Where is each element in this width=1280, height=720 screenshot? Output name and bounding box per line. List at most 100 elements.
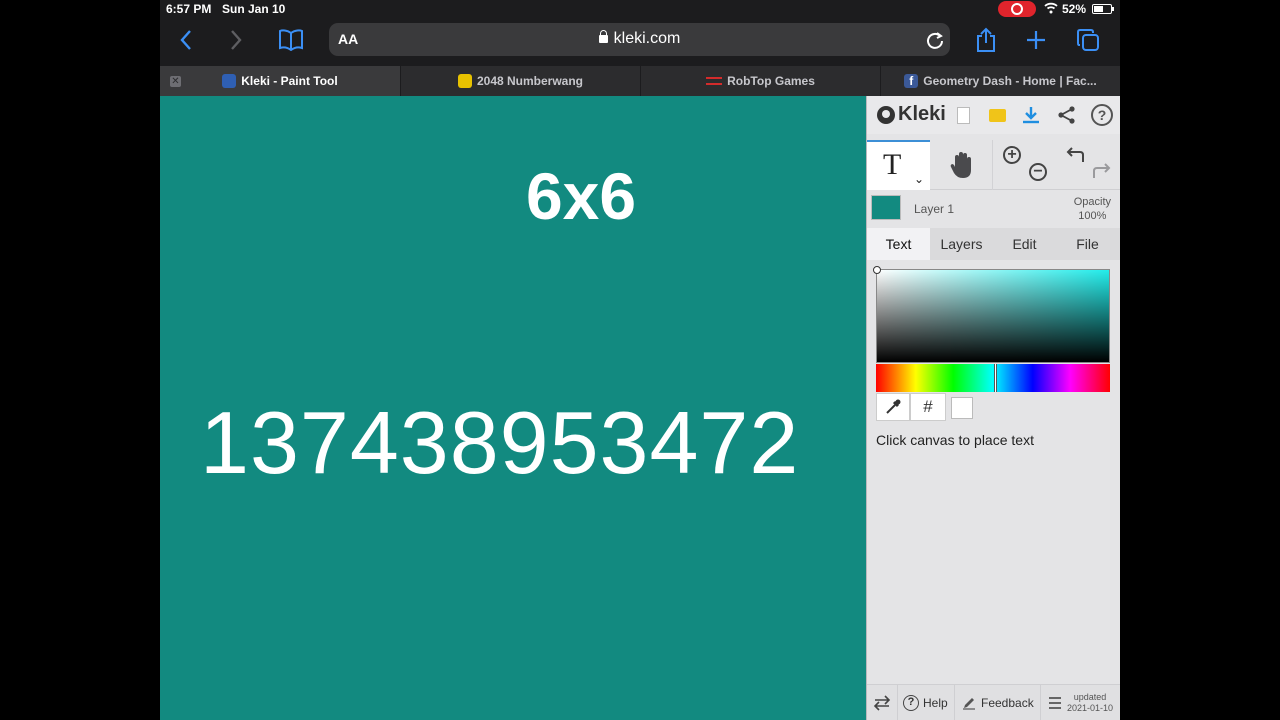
share-icon bbox=[977, 27, 995, 52]
eyedropper-icon bbox=[886, 399, 901, 414]
tab-edit[interactable]: Edit bbox=[993, 228, 1056, 260]
2048-favicon-icon bbox=[457, 74, 472, 88]
zoom-in-button[interactable]: + bbox=[1003, 146, 1021, 164]
tab-overview-button[interactable] bbox=[1072, 24, 1104, 56]
text-tool-panel: # Click canvas to place text bbox=[867, 260, 1120, 684]
current-color-swatch[interactable] bbox=[951, 397, 973, 419]
tab-2048-numberwang[interactable]: 2048 Numberwang bbox=[400, 66, 640, 96]
battery-icon bbox=[1092, 4, 1114, 14]
tab-bar: Kleki - Paint Tool ✕ 2048 Numberwang Rob… bbox=[160, 66, 1120, 96]
opacity-value: 100% bbox=[1078, 210, 1107, 222]
back-button[interactable] bbox=[170, 24, 202, 56]
color-saturation-picker[interactable] bbox=[873, 266, 1110, 363]
reload-icon[interactable] bbox=[925, 30, 945, 50]
kleki-logo-icon bbox=[877, 105, 895, 124]
list-icon bbox=[1049, 697, 1061, 709]
book-icon bbox=[279, 29, 303, 51]
layer-thumbnail[interactable] bbox=[871, 195, 901, 220]
updated-date: 2021-01-10 bbox=[1067, 703, 1114, 713]
battery-percentage: 52% bbox=[1062, 2, 1087, 16]
text-tool-hint: Click canvas to place text bbox=[876, 432, 1034, 448]
text-tool-button[interactable]: T ⌄ bbox=[867, 140, 930, 190]
tab-robtop-games[interactable]: RobTop Games bbox=[640, 66, 880, 96]
feedback-button[interactable]: Feedback bbox=[956, 685, 1041, 720]
hex-input-button[interactable]: # bbox=[910, 393, 946, 421]
chevron-left-icon bbox=[180, 30, 191, 50]
text-tool-icon: T bbox=[883, 148, 902, 181]
opacity-label: Opacity bbox=[1073, 196, 1111, 208]
hand-tool-button[interactable] bbox=[931, 140, 993, 190]
help-circle-button[interactable]: ? bbox=[1091, 104, 1113, 126]
new-document-icon bbox=[956, 106, 970, 124]
panel-footer: ? Help Feedback updated 2021-01-10 bbox=[867, 684, 1120, 720]
kleki-logo-text: Kleki bbox=[898, 103, 946, 125]
browser-toolbar: AA kleki.com bbox=[160, 18, 1120, 64]
screen-recording-icon[interactable] bbox=[998, 1, 1036, 17]
robtop-favicon-icon bbox=[706, 77, 723, 85]
tab-kleki[interactable]: Kleki - Paint Tool bbox=[160, 66, 400, 96]
help-icon: ? bbox=[903, 695, 919, 711]
layer-opacity[interactable]: Opacity 100% bbox=[1074, 195, 1111, 223]
eyedropper-button[interactable] bbox=[876, 393, 910, 421]
zoom-out-button[interactable]: − bbox=[1029, 163, 1047, 181]
tabs-icon bbox=[1077, 29, 1099, 51]
chevron-down-icon[interactable]: ⌄ bbox=[914, 172, 924, 186]
question-icon: ? bbox=[1091, 104, 1113, 126]
paint-canvas[interactable]: 6x6 137438953472 bbox=[160, 96, 866, 720]
hue-slider[interactable] bbox=[876, 364, 1110, 392]
share-button[interactable] bbox=[970, 24, 1002, 56]
tab-label: Geometry Dash - Home | Fac... bbox=[923, 74, 1097, 88]
undo-icon[interactable] bbox=[1066, 146, 1086, 164]
close-tab-icon[interactable]: ✕ bbox=[170, 76, 181, 87]
panel-tabs: Text Layers Edit File bbox=[867, 228, 1120, 260]
tab-layers[interactable]: Layers bbox=[930, 228, 993, 260]
url-text: kleki.com bbox=[613, 30, 681, 47]
new-tab-button[interactable] bbox=[1020, 24, 1052, 56]
tool-row: T ⌄ + − bbox=[867, 138, 1120, 190]
help-button[interactable]: ? Help bbox=[899, 685, 955, 720]
tab-label: RobTop Games bbox=[727, 74, 815, 88]
swap-arrows-icon bbox=[873, 695, 891, 711]
hand-icon bbox=[950, 152, 971, 178]
share-nodes-icon bbox=[1058, 106, 1075, 124]
updated-label: updated bbox=[1073, 692, 1107, 702]
pencil-icon bbox=[963, 698, 975, 710]
tab-label: 2048 Numberwang bbox=[476, 74, 584, 88]
wifi-icon bbox=[1044, 2, 1058, 14]
url-display[interactable]: kleki.com bbox=[329, 30, 950, 48]
address-bar[interactable]: AA kleki.com bbox=[329, 23, 950, 56]
canvas-number-text: 137438953472 bbox=[200, 393, 800, 492]
tab-label: Kleki - Paint Tool bbox=[241, 74, 338, 88]
facebook-favicon-icon: f bbox=[904, 74, 919, 88]
browser-window: 6:57 PM Sun Jan 10 52% AA kleki.com Klek… bbox=[160, 0, 1120, 720]
feedback-label: Feedback bbox=[981, 696, 1034, 710]
download-icon bbox=[1023, 107, 1039, 124]
tab-geometry-dash-facebook[interactable]: f Geometry Dash - Home | Fac... bbox=[880, 66, 1120, 96]
chevron-right-icon bbox=[231, 30, 242, 50]
layer-row[interactable]: Layer 1 Opacity 100% bbox=[867, 192, 1120, 226]
forward-button[interactable] bbox=[220, 24, 252, 56]
plus-icon bbox=[1027, 31, 1045, 49]
bookmarks-button[interactable] bbox=[275, 24, 307, 56]
layer-name: Layer 1 bbox=[914, 202, 955, 216]
status-bar: 6:57 PM Sun Jan 10 52% bbox=[160, 0, 1120, 18]
kleki-header: Kleki ? bbox=[867, 96, 1120, 134]
new-image-button[interactable] bbox=[952, 104, 974, 126]
redo-icon[interactable] bbox=[1091, 162, 1111, 180]
lock-icon bbox=[598, 30, 608, 43]
hue-slider-handle[interactable] bbox=[994, 364, 997, 392]
folder-icon bbox=[988, 108, 1006, 122]
save-button[interactable] bbox=[1020, 104, 1042, 126]
updated-info: updated 2021-01-10 bbox=[1067, 692, 1113, 714]
changelog-button[interactable]: updated 2021-01-10 bbox=[1042, 685, 1120, 720]
tab-text[interactable]: Text bbox=[867, 228, 930, 260]
color-picker-handle[interactable] bbox=[873, 266, 881, 274]
swap-sidebar-button[interactable] bbox=[867, 685, 898, 720]
status-date: Sun Jan 10 bbox=[222, 2, 286, 16]
help-label: Help bbox=[923, 696, 948, 710]
open-file-button[interactable] bbox=[986, 104, 1008, 126]
status-time: 6:57 PM bbox=[166, 2, 212, 16]
kleki-share-button[interactable] bbox=[1056, 104, 1078, 126]
tab-file[interactable]: File bbox=[1056, 228, 1119, 260]
kleki-sidebar: Kleki ? T ⌄ + − Layer 1 Opacity 100% Tex… bbox=[866, 96, 1120, 720]
